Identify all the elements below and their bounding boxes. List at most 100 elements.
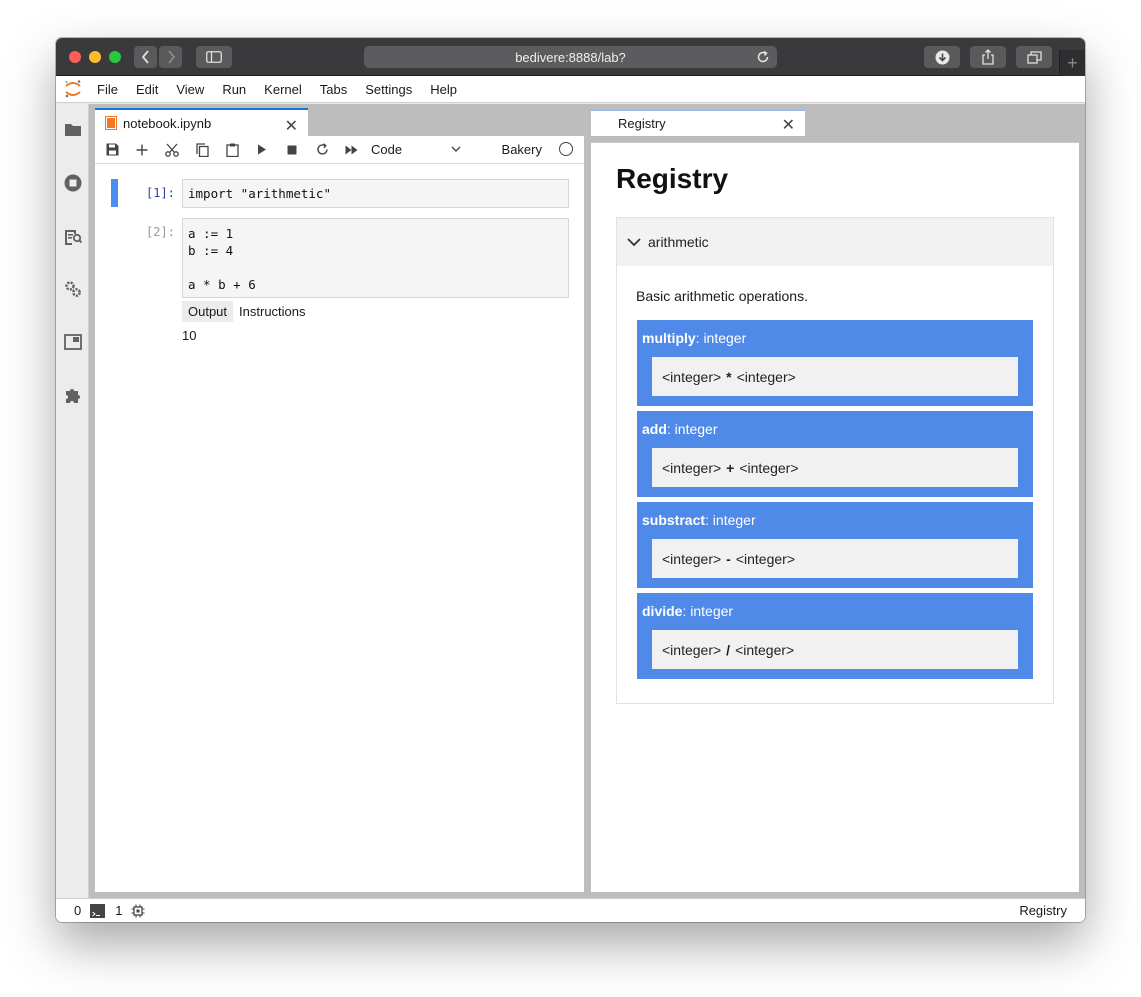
section-name: arithmetic [648, 234, 709, 250]
share-icon [982, 49, 994, 65]
settings-gears-icon[interactable] [63, 279, 83, 299]
address-bar[interactable]: bedivere:8888/lab? [364, 46, 777, 68]
plus-icon: + [1067, 52, 1078, 73]
chevron-left-icon [141, 50, 149, 64]
cell-1-prompt: [1]: [146, 186, 175, 200]
registry-section: arithmetic Basic arithmetic operations. … [616, 217, 1054, 704]
stop-icon [287, 145, 297, 154]
operation-signature: <integer> / <integer> [652, 630, 1018, 669]
plus-icon [136, 144, 148, 155]
terminal-count[interactable]: 0 [74, 903, 81, 918]
cell-type-select[interactable]: Code [371, 142, 461, 157]
sidebar-icon [206, 51, 222, 63]
menu-view[interactable]: View [167, 76, 213, 103]
share-button[interactable] [970, 46, 1006, 68]
menu-bar: File Edit View Run Kernel Tabs Settings … [56, 76, 1085, 103]
chevron-down-icon [627, 238, 641, 247]
play-icon [258, 144, 266, 155]
tab-notebook[interactable]: notebook.ipynb ✕ [95, 108, 308, 136]
menu-tabs[interactable]: Tabs [311, 76, 356, 103]
paste-button[interactable] [217, 138, 247, 162]
cell-1-editor[interactable]: import "arithmetic" [182, 179, 569, 208]
downloads-button[interactable] [924, 46, 960, 68]
status-bar: 0 1 Registry [56, 898, 1085, 922]
close-icon[interactable]: ✕ [782, 115, 795, 135]
kernel-name[interactable]: Bakery [502, 142, 542, 157]
cell-type-value: Code [371, 142, 403, 157]
tabs-overview-button[interactable] [1016, 46, 1052, 68]
menu-run[interactable]: Run [213, 76, 255, 103]
operation-type: : integer [666, 421, 718, 437]
operation-type: : integer [682, 603, 734, 619]
kernel-count[interactable]: 1 [115, 903, 122, 918]
status-right-label: Registry [1019, 903, 1067, 918]
tab-notebook-label: notebook.ipynb [123, 115, 212, 131]
run-button[interactable] [247, 138, 277, 162]
kernel-status-icon [559, 142, 573, 156]
scissors-icon [165, 143, 179, 157]
title-bar: bedivere:8888/lab? + [56, 38, 1085, 76]
tab-output[interactable]: Output [182, 301, 234, 322]
kernel-chip-icon[interactable] [131, 904, 145, 918]
operator: + [726, 459, 735, 476]
menu-help[interactable]: Help [421, 76, 466, 103]
notebook-tab-bar: notebook.ipynb ✕ [95, 108, 584, 136]
run-all-button[interactable] [337, 138, 367, 162]
close-window-button[interactable] [69, 51, 81, 63]
page-title: Registry [616, 163, 729, 194]
browser-window: bedivere:8888/lab? + File Edit View Run … [56, 38, 1085, 922]
section-header[interactable]: arithmetic [617, 218, 1053, 266]
operator: - [726, 550, 731, 567]
operand-left: <integer> [662, 550, 722, 567]
menu-kernel[interactable]: Kernel [255, 76, 311, 103]
operation-name: multiply [642, 330, 696, 346]
menu-settings[interactable]: Settings [356, 76, 421, 103]
operation-card: substract: integer <integer> - <integer> [637, 502, 1033, 588]
reload-icon[interactable] [755, 49, 771, 65]
menu-edit[interactable]: Edit [127, 76, 167, 103]
running-icon[interactable] [63, 173, 83, 193]
menu-file[interactable]: File [88, 76, 127, 103]
tab-instructions[interactable]: Instructions [233, 301, 311, 322]
notebook-toolbar: Code Bakery [95, 136, 584, 164]
chevron-down-icon [451, 146, 461, 152]
forward-button[interactable] [159, 46, 182, 68]
active-cell-indicator [111, 179, 118, 207]
operand-right: <integer> [735, 641, 795, 658]
copy-button[interactable] [187, 138, 217, 162]
operation-name: substract [642, 512, 706, 528]
operation-header: add: integer [642, 421, 717, 437]
operation-type: : integer [705, 512, 756, 528]
property-inspector-icon[interactable] [63, 226, 83, 246]
left-sidebar [56, 104, 89, 898]
extension-puzzle-icon[interactable] [63, 385, 83, 405]
operation-name: divide [642, 603, 683, 619]
restart-button[interactable] [307, 138, 337, 162]
sidebar-toggle-button[interactable] [196, 46, 232, 68]
operation-signature: <integer> + <integer> [652, 448, 1018, 487]
back-button[interactable] [134, 46, 157, 68]
new-tab-button[interactable]: + [1059, 50, 1085, 76]
insert-cell-button[interactable] [127, 138, 157, 162]
operator: * [726, 368, 732, 385]
operand-left: <integer> [662, 459, 722, 476]
operation-header: substract: integer [642, 512, 756, 528]
save-button[interactable] [97, 138, 127, 162]
operand-left: <integer> [662, 368, 722, 385]
terminal-icon[interactable] [90, 903, 106, 918]
operand-left: <integer> [662, 641, 722, 658]
operation-card: multiply: integer <integer> * <integer> [637, 320, 1033, 406]
cut-button[interactable] [157, 138, 187, 162]
download-icon [935, 50, 949, 64]
operation-card: divide: integer <integer> / <integer> [637, 593, 1033, 679]
interrupt-button[interactable] [277, 138, 307, 162]
tab-registry[interactable]: Registry ✕ [591, 110, 805, 136]
tabs-panel-icon[interactable] [63, 332, 83, 352]
minimize-window-button[interactable] [89, 51, 101, 63]
folder-icon[interactable] [63, 120, 83, 140]
close-icon[interactable]: ✕ [285, 116, 298, 136]
cell-2-editor[interactable]: a := 1 b := 4 a * b + 6 [182, 218, 569, 298]
zoom-window-button[interactable] [109, 51, 121, 63]
output-tabs: Output Instructions [182, 301, 312, 322]
clipboard-icon [225, 143, 239, 157]
